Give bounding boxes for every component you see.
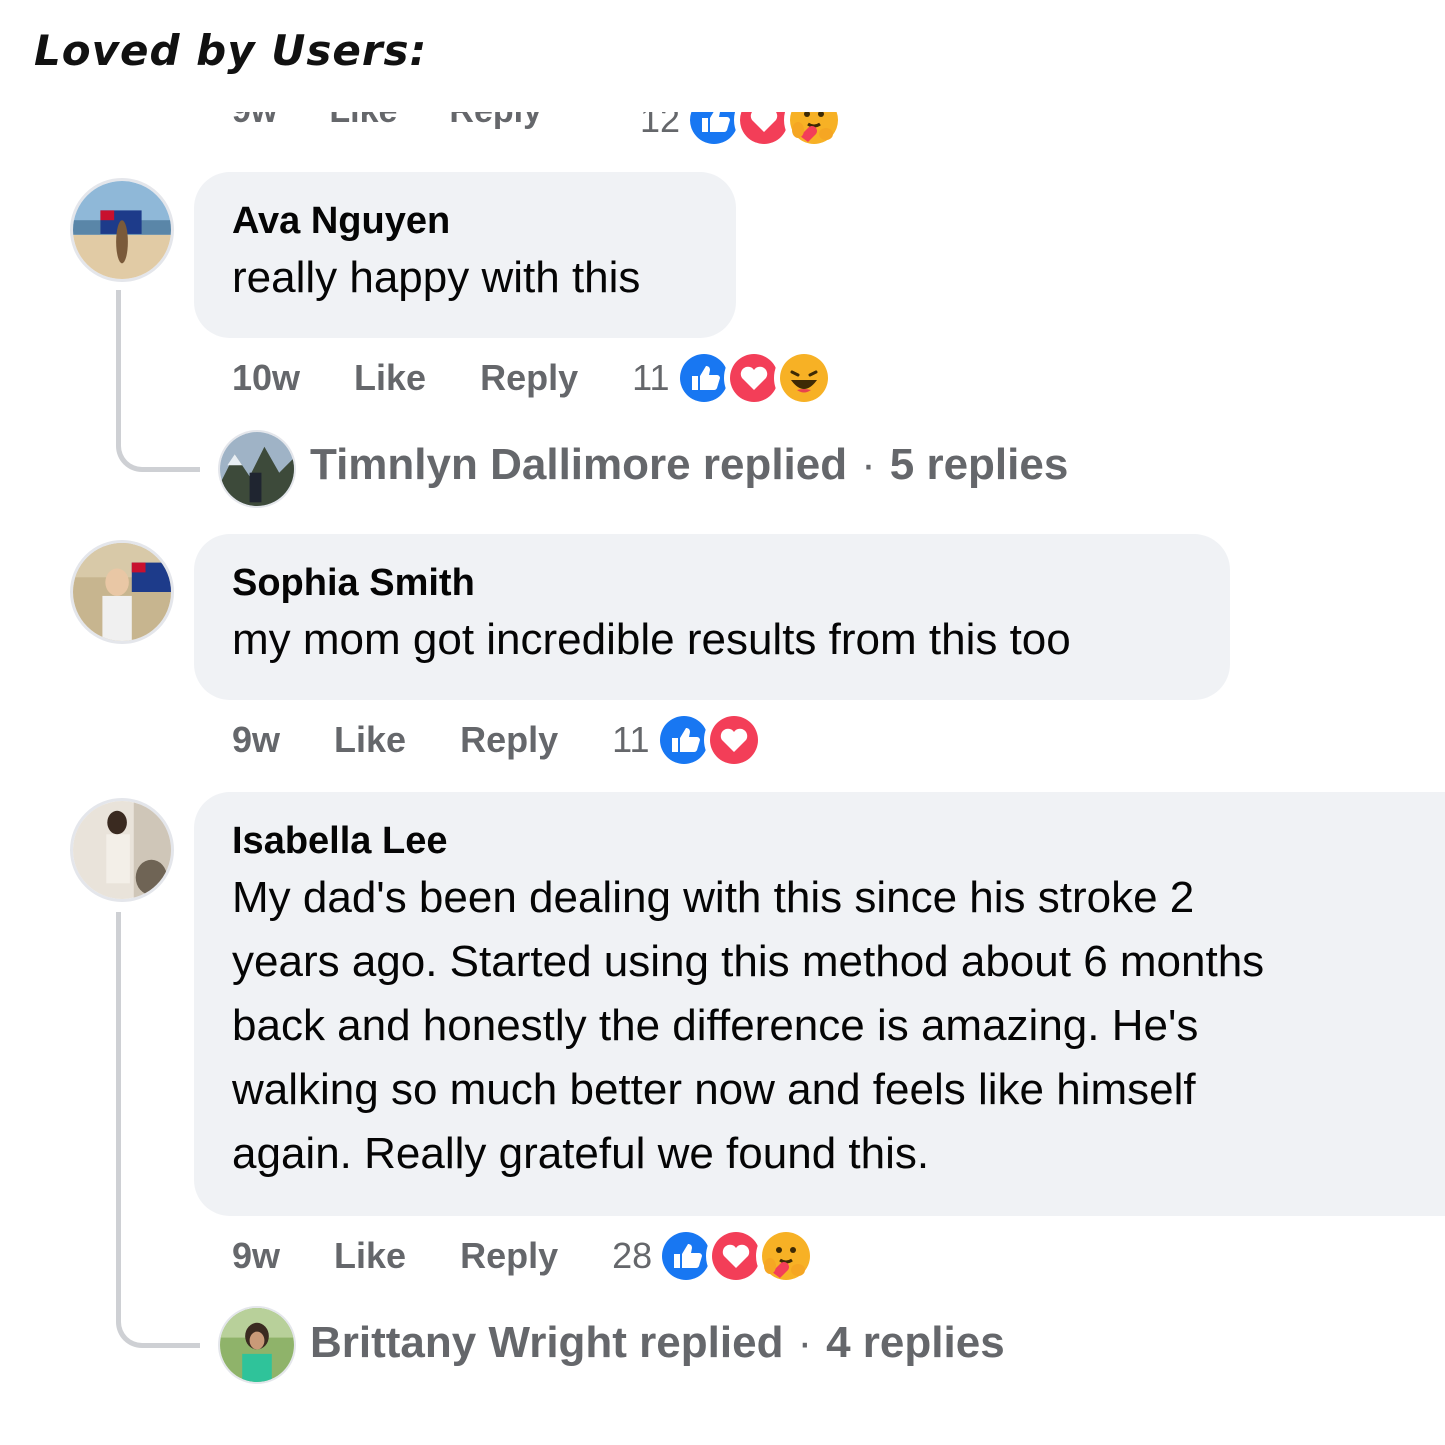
care-icon <box>756 1226 817 1286</box>
comment-text-line: again. Really grateful we found this. <box>232 1129 930 1178</box>
thread-connector <box>116 1276 200 1348</box>
view-replies-link[interactable]: Timnlyn Dallimore replied · 5 replies <box>310 440 1068 490</box>
comment-bubble: Isabella Lee My dad's been dealing with … <box>194 792 1445 1216</box>
love-icon <box>703 710 764 770</box>
reply-author[interactable]: Brittany Wright replied <box>310 1318 783 1368</box>
author-name[interactable]: Isabella Lee <box>232 816 1407 866</box>
reply-button[interactable]: Reply <box>480 357 578 399</box>
comment-bubble: Sophia Smith my mom got incredible resul… <box>194 534 1230 700</box>
comment-time[interactable]: 9w <box>232 1235 280 1277</box>
reply-button[interactable]: Reply <box>460 719 558 761</box>
comment-text-line: years ago. Started using this method abo… <box>232 937 1265 986</box>
comment-text-line: My dad's been dealing with this since hi… <box>232 873 1195 922</box>
avatar[interactable] <box>70 178 174 282</box>
reaction-count: 11 <box>612 719 650 760</box>
reply-count[interactable]: 5 replies <box>890 440 1069 490</box>
reaction-count: 11 <box>632 357 670 398</box>
comment-actions: 9w Like Reply 11 <box>232 710 764 770</box>
like-button[interactable]: Like <box>334 719 406 761</box>
comment-text-line: walking so much better now and feels lik… <box>232 1065 1196 1114</box>
previous-comment-actions: 9w Like Reply 12 <box>0 112 1445 148</box>
comment-text-line: back and honestly the difference is amaz… <box>232 1001 1199 1050</box>
separator: · <box>797 1318 813 1367</box>
separator: · <box>861 440 876 489</box>
comment-bubble: Ava Nguyen really happy with this <box>194 172 736 338</box>
author-name[interactable]: Sophia Smith <box>232 558 1192 608</box>
comment-actions: 9w Like Reply 28 <box>232 1226 817 1286</box>
thread-connector <box>116 400 200 472</box>
previous-reaction-count: 12 <box>640 112 681 140</box>
comment-text: really happy with this <box>232 253 641 302</box>
reactions[interactable] <box>673 348 834 408</box>
page-heading: Loved by Users: <box>34 26 428 75</box>
care-icon <box>784 112 845 148</box>
previous-reactions[interactable] <box>684 112 845 148</box>
reply-count[interactable]: 4 replies <box>826 1318 1005 1368</box>
reply-avatar[interactable] <box>218 430 296 508</box>
avatar[interactable] <box>70 540 174 644</box>
like-button[interactable]: Like <box>334 1235 406 1277</box>
avatar[interactable] <box>70 798 174 902</box>
reactions[interactable] <box>656 1226 817 1286</box>
reply-avatar[interactable] <box>218 1306 296 1384</box>
view-replies-link[interactable]: Brittany Wright replied · 4 replies <box>310 1318 1005 1368</box>
reply-author[interactable]: Timnlyn Dallimore replied <box>310 440 847 490</box>
previous-reply-button[interactable]: Reply <box>449 112 542 131</box>
comment-time[interactable]: 9w <box>232 719 280 761</box>
previous-like-button[interactable]: Like <box>329 112 397 131</box>
haha-icon <box>773 348 834 408</box>
reactions[interactable] <box>653 710 764 770</box>
comment-time[interactable]: 10w <box>232 357 300 399</box>
reply-button[interactable]: Reply <box>460 1235 558 1277</box>
previous-time: 9w <box>232 112 277 131</box>
like-button[interactable]: Like <box>354 357 426 399</box>
thread-line <box>116 912 121 1292</box>
author-name[interactable]: Ava Nguyen <box>232 196 698 246</box>
comment-text: my mom got incredible results from this … <box>232 615 1071 664</box>
reaction-count: 28 <box>612 1235 653 1276</box>
comment-actions: 10w Like Reply 11 <box>232 348 834 408</box>
